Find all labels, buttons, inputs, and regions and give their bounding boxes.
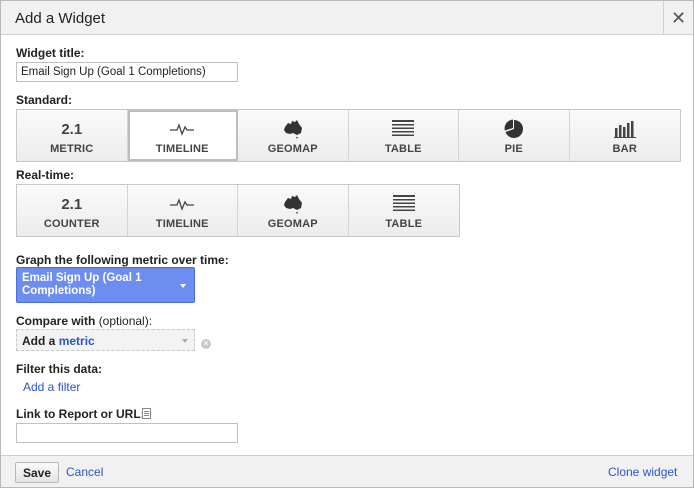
dialog-title: Add a Widget — [15, 10, 106, 27]
realtime-visualization-row: 2.1 COUNTER TIMELINE GEOMAP TABLE — [16, 184, 460, 237]
realtime-timeline-button[interactable]: TIMELINE — [127, 185, 238, 236]
pie-icon — [504, 119, 524, 139]
save-button[interactable]: Save — [15, 462, 59, 483]
timeline-icon — [170, 194, 195, 214]
viz-label: METRIC — [50, 143, 94, 155]
compare-label: Compare with (optional): — [16, 314, 152, 328]
realtime-geomap-button[interactable]: GEOMAP — [238, 185, 349, 236]
timeline-icon — [170, 119, 195, 139]
graph-metric-select[interactable]: Email Sign Up (Goal 1 Completions) — [16, 267, 195, 303]
standard-timeline-button[interactable]: TIMELINE — [127, 110, 238, 161]
table-icon — [392, 194, 415, 214]
compare-label-text: Compare with — [16, 314, 96, 328]
standard-bar-button[interactable]: BAR — [569, 110, 680, 161]
bar-chart-icon — [613, 119, 636, 139]
link-report-label: Link to Report or URL: — [16, 407, 145, 421]
viz-label: TIMELINE — [155, 218, 209, 230]
cancel-link[interactable]: Cancel — [66, 465, 103, 479]
chevron-down-icon — [180, 284, 186, 288]
close-icon: ✕ — [670, 7, 687, 28]
table-icon — [392, 119, 415, 139]
standard-table-button[interactable]: TABLE — [348, 110, 459, 161]
link-report-input[interactable] — [16, 423, 238, 443]
viz-label: TABLE — [384, 143, 422, 155]
viz-label: TIMELINE — [155, 143, 209, 155]
clone-widget-link[interactable]: Clone widget — [608, 465, 677, 479]
compare-add-metric-link[interactable]: metric — [59, 334, 95, 348]
standard-pie-button[interactable]: PIE — [459, 110, 570, 161]
standard-metric-button[interactable]: 2.1 METRIC — [17, 110, 128, 161]
standard-geomap-button[interactable]: GEOMAP — [238, 110, 349, 161]
compare-metric-select[interactable]: Add a metric — [16, 329, 195, 351]
compare-add-prefix: Add a — [22, 334, 56, 348]
metric-icon: 2.1 — [61, 120, 83, 138]
add-filter-link[interactable]: Add a filter — [23, 380, 80, 394]
viz-label: GEOMAP — [267, 218, 318, 230]
viz-label: PIE — [504, 143, 523, 155]
document-icon[interactable] — [142, 408, 151, 419]
filter-label: Filter this data: — [16, 362, 103, 376]
australia-map-icon — [282, 194, 304, 214]
remove-compare-icon[interactable]: ✕ — [201, 339, 211, 349]
graph-metric-value: Email Sign Up (Goal 1 Completions) — [22, 272, 142, 297]
standard-visualization-row: 2.1 METRIC TIMELINE GEOMAP TABLE PIE BAR — [16, 109, 681, 162]
graph-metric-label: Graph the following metric over time: — [16, 253, 229, 267]
standard-label: Standard: — [16, 93, 73, 107]
widget-title-input[interactable] — [16, 62, 238, 82]
viz-label: COUNTER — [43, 218, 100, 230]
close-button[interactable]: ✕ — [663, 1, 693, 35]
realtime-table-button[interactable]: TABLE — [348, 185, 459, 236]
counter-icon: 2.1 — [61, 195, 83, 213]
widget-title-label: Widget title: — [16, 46, 85, 60]
chevron-down-icon — [182, 339, 188, 343]
dialog-titlebar: Add a Widget ✕ — [1, 1, 693, 35]
australia-map-icon — [282, 119, 304, 139]
viz-label: GEOMAP — [267, 143, 318, 155]
add-widget-dialog: Add a Widget ✕ Widget title: Standard: 2… — [0, 0, 694, 488]
viz-label: TABLE — [385, 218, 423, 230]
dialog-footer: Save Cancel Clone widget — [1, 455, 693, 487]
realtime-label: Real-time: — [16, 168, 75, 182]
compare-optional-text: (optional): — [98, 314, 153, 328]
viz-label: BAR — [612, 143, 637, 155]
realtime-counter-button[interactable]: 2.1 COUNTER — [17, 185, 128, 236]
